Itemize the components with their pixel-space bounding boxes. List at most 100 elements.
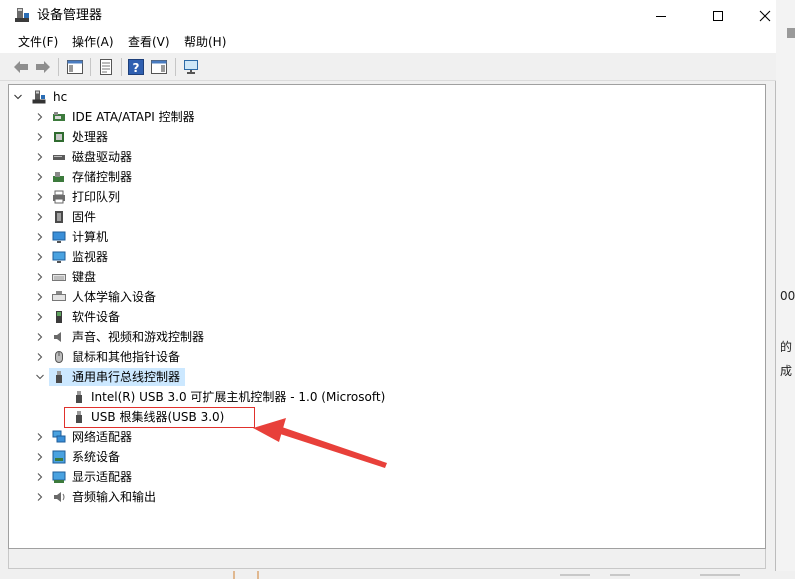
expand-chevron-icon[interactable]	[35, 212, 45, 222]
tree-category-label: 显示适配器	[72, 470, 133, 484]
menu-view[interactable]: 查看(V)	[128, 34, 170, 50]
expand-chevron-icon[interactable]	[35, 332, 45, 342]
tree-category[interactable]: 系统设备	[9, 447, 759, 467]
close-icon	[759, 10, 771, 21]
expand-chevron-icon[interactable]	[35, 452, 45, 462]
tree-root[interactable]: hc	[9, 87, 759, 107]
tree-category[interactable]: 计算机	[9, 227, 759, 247]
tree-category-label: 声音、视频和游戏控制器	[72, 330, 205, 344]
help-button[interactable]: ?	[127, 58, 145, 76]
tree-category[interactable]: 打印队列	[9, 187, 759, 207]
network-adapter-icon	[52, 430, 66, 443]
hid-icon	[52, 291, 66, 301]
expand-chevron-icon[interactable]	[35, 352, 45, 362]
toolbar: ?	[0, 53, 776, 81]
back-button[interactable]	[12, 58, 30, 76]
expand-chevron-icon[interactable]	[35, 272, 45, 282]
tree-category-label: 系统设备	[72, 450, 121, 464]
properties-icon	[100, 59, 112, 75]
toolbar-separator	[58, 58, 59, 76]
minimize-button[interactable]	[638, 0, 684, 31]
expand-chevron-icon[interactable]	[35, 292, 45, 302]
expand-chevron-icon[interactable]	[35, 312, 45, 322]
collapse-chevron-icon[interactable]	[13, 92, 23, 102]
tree-category[interactable]: 磁盘驱动器	[9, 147, 759, 167]
tree-device[interactable]: USB 根集线器(USB 3.0)	[9, 407, 759, 428]
close-button[interactable]	[742, 0, 788, 31]
toolbar-separator	[121, 58, 122, 76]
tree-category-label: 网络适配器	[72, 430, 133, 444]
menu-help[interactable]: 帮助(H)	[184, 34, 226, 50]
tree-category[interactable]: 存储控制器	[9, 167, 759, 187]
tree-category[interactable]: 通用串行总线控制器	[9, 367, 759, 387]
tree-category[interactable]: 鼠标和其他指针设备	[9, 347, 759, 367]
tree-category[interactable]: IDE ATA/ATAPI 控制器	[9, 107, 759, 127]
minimize-icon	[656, 15, 666, 17]
tree-category[interactable]: 固件	[9, 207, 759, 227]
tree-category[interactable]: 键盘	[9, 267, 759, 287]
tree-category-label: 软件设备	[72, 310, 121, 324]
expand-chevron-icon[interactable]	[35, 472, 45, 482]
disk-drive-icon	[53, 155, 65, 160]
printer-icon	[53, 190, 65, 204]
expand-chevron-icon[interactable]	[35, 172, 45, 182]
background-tick	[257, 571, 259, 579]
computer-icon	[52, 231, 66, 243]
tree-category[interactable]: 网络适配器	[9, 427, 759, 447]
tree-category[interactable]: 监视器	[9, 247, 759, 267]
expand-chevron-icon[interactable]	[35, 432, 45, 442]
collapse-chevron-icon[interactable]	[35, 372, 45, 382]
audio-io-icon	[54, 492, 65, 502]
menu-file[interactable]: 文件(F)	[18, 34, 58, 50]
tree-category-label: 通用串行总线控制器	[72, 370, 181, 384]
tree-device[interactable]: Intel(R) USB 3.0 可扩展主机控制器 - 1.0 (Microso…	[9, 387, 759, 407]
tree-device-label: Intel(R) USB 3.0 可扩展主机控制器 - 1.0 (Microso…	[91, 390, 386, 404]
show-hide-console-tree-button[interactable]	[66, 58, 84, 76]
menu-bar: 文件(F) 操作(A) 查看(V) 帮助(H)	[0, 31, 776, 53]
tree-device-label: USB 根集线器(USB 3.0)	[91, 410, 225, 424]
mouse-icon	[55, 351, 63, 363]
forward-button[interactable]	[34, 58, 52, 76]
tree-category-label: IDE ATA/ATAPI 控制器	[72, 110, 195, 124]
tree-root-label: hc	[53, 90, 68, 104]
title-bar[interactable]: 设备管理器	[0, 0, 776, 31]
tree-category-label: 键盘	[72, 270, 97, 284]
expand-chevron-icon[interactable]	[35, 152, 45, 162]
tree-category-label: 监视器	[72, 250, 109, 264]
back-icon	[14, 61, 28, 73]
usb-device-icon	[76, 391, 82, 403]
tree-category[interactable]: 人体学输入设备	[9, 287, 759, 307]
storage-controller-icon	[53, 172, 64, 182]
expand-chevron-icon[interactable]	[35, 132, 45, 142]
device-manager-window: 设备管理器 文件(F) 操作(A) 查看(V) 帮助(H) ? hc IDE A…	[0, 0, 776, 571]
background-dash	[700, 574, 740, 576]
expand-chevron-icon[interactable]	[35, 492, 45, 502]
tree-category[interactable]: 音频输入和输出	[9, 487, 759, 507]
tree-category-label: 存储控制器	[72, 170, 133, 184]
tree-category[interactable]: 处理器	[9, 127, 759, 147]
expand-chevron-icon[interactable]	[35, 252, 45, 262]
properties-button[interactable]	[97, 58, 115, 76]
expand-chevron-icon[interactable]	[35, 112, 45, 122]
background-tick	[233, 571, 235, 579]
tree-category-label: 打印队列	[72, 190, 121, 204]
menu-action[interactable]: 操作(A)	[72, 34, 114, 50]
expand-chevron-icon[interactable]	[35, 232, 45, 242]
tree-category[interactable]: 显示适配器	[9, 467, 759, 487]
computer-host-icon	[32, 90, 46, 104]
monitor-icon	[184, 60, 198, 74]
device-tree[interactable]: hc IDE ATA/ATAPI 控制器处理器 磁盘驱动器存储控制器打印队列固件计…	[8, 84, 766, 549]
scan-hardware-button[interactable]	[182, 58, 200, 76]
expand-chevron-icon[interactable]	[35, 192, 45, 202]
keyboard-icon	[52, 274, 66, 281]
usb-icon	[56, 371, 62, 383]
tree-category[interactable]: 声音、视频和游戏控制器	[9, 327, 759, 347]
action-pane-icon	[151, 60, 167, 74]
show-hide-console-tree-icon	[67, 60, 83, 74]
tree-category[interactable]: 软件设备	[9, 307, 759, 327]
action-pane-button[interactable]	[150, 58, 168, 76]
background-text-fragment: 的	[780, 340, 793, 354]
maximize-button[interactable]	[695, 0, 741, 31]
firmware-icon	[55, 211, 63, 223]
sound-icon	[54, 332, 61, 342]
